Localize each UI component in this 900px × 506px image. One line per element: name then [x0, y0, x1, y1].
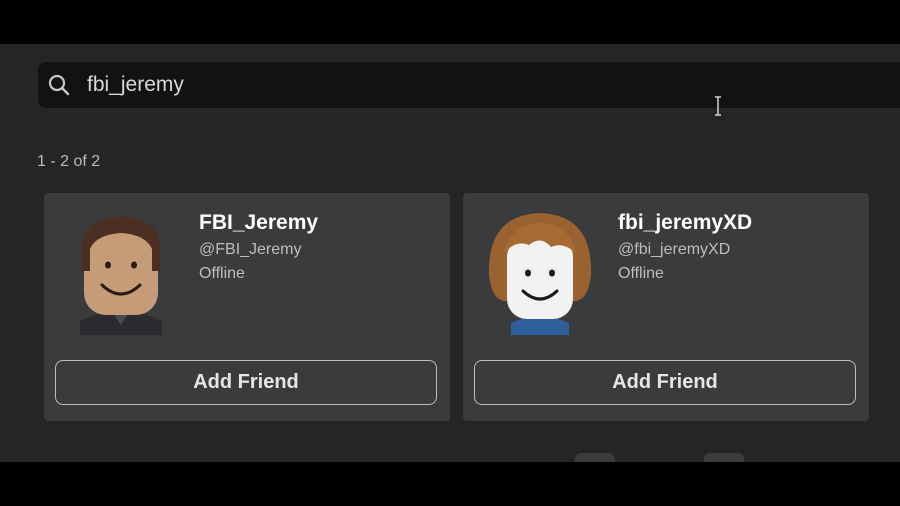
user-card[interactable]: fbi_jeremyXD @fbi_jeremyXD Offline Add F… [463, 193, 869, 421]
display-name[interactable]: FBI_Jeremy [199, 211, 318, 235]
results-count: 1 - 2 of 2 [37, 153, 101, 170]
search-icon [48, 74, 70, 96]
search-results-page: 1 - 2 of 2 FBI_Jeremy @FBI_Jeremy [0, 44, 900, 462]
search-bar[interactable] [38, 62, 900, 108]
avatar[interactable] [481, 205, 599, 335]
presence-status: Offline [199, 265, 245, 282]
username: @FBI_Jeremy [199, 241, 302, 258]
pagination-next-button[interactable] [704, 453, 744, 462]
presence-status: Offline [618, 265, 664, 282]
add-friend-button[interactable]: Add Friend [474, 360, 856, 405]
display-name[interactable]: fbi_jeremyXD [618, 211, 752, 235]
pagination-prev-button[interactable] [575, 453, 615, 462]
search-input[interactable] [87, 68, 847, 102]
avatar[interactable] [62, 205, 180, 335]
add-friend-button[interactable]: Add Friend [55, 360, 437, 405]
username: @fbi_jeremyXD [618, 241, 731, 258]
user-card[interactable]: FBI_Jeremy @FBI_Jeremy Offline Add Frien… [44, 193, 450, 421]
text-cursor-icon [713, 96, 723, 116]
